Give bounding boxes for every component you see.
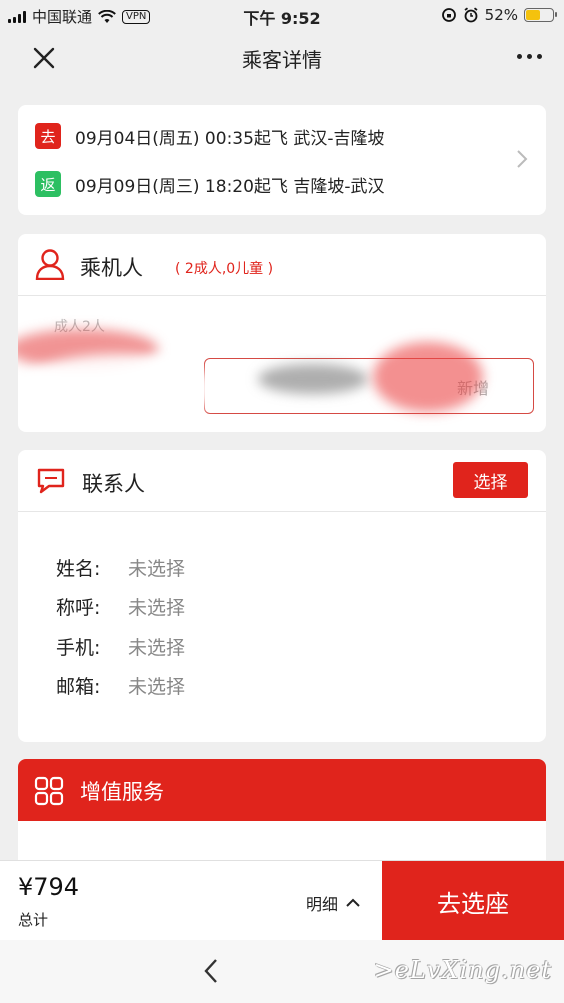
price-detail-toggle[interactable]: 明细 <box>306 891 360 915</box>
redaction-smudge <box>258 364 368 394</box>
outbound-flight-row: 去 09月04日(周五) 00:35起飞 武汉-吉隆坡 <box>35 123 384 149</box>
contact-card: 联系人 选择 姓名: 未选择 称呼: 未选择 手机: 未选择 邮箱: 未选择 <box>18 450 546 742</box>
more-icon[interactable] <box>517 54 542 59</box>
status-right: 52% <box>441 6 557 24</box>
add-passenger-button[interactable]: 新增 <box>204 358 534 414</box>
redaction-smudge <box>373 342 483 412</box>
battery-percent: 52% <box>484 6 518 24</box>
return-flight-row: 返 09月09日(周三) 18:20起飞 吉隆坡-武汉 <box>35 171 384 197</box>
grid-icon <box>34 776 64 806</box>
select-contact-button[interactable]: 选择 <box>453 462 528 498</box>
contact-header: 联系人 选择 <box>18 450 546 512</box>
flight-summary-card[interactable]: 去 09月04日(周五) 00:35起飞 武汉-吉隆坡 返 09月09日(周三)… <box>18 105 546 215</box>
select-seat-button[interactable]: 去选座 <box>382 861 564 941</box>
value-added-header: 增值服务 <box>18 759 546 821</box>
battery-icon <box>524 8 557 22</box>
alarm-icon <box>464 7 478 23</box>
contact-field-name: 姓名: 未选择 <box>56 558 186 580</box>
watermark: >eLvXing.net <box>373 956 552 984</box>
total-label: 总计 <box>18 911 49 929</box>
detail-label: 明细 <box>306 895 339 914</box>
passengers-count: ( 2成人,0儿童 ) <box>175 261 274 277</box>
outbound-tag: 去 <box>35 123 61 149</box>
passengers-title: 乘机人 <box>80 256 143 280</box>
value-added-title: 增值服务 <box>80 780 164 804</box>
page-title: 乘客详情 <box>242 48 322 72</box>
chevron-right-icon <box>517 150 528 168</box>
rotation-lock-icon <box>441 8 456 22</box>
return-tag: 返 <box>35 171 61 197</box>
redaction-smudge <box>18 354 218 424</box>
passengers-card: 乘机人 ( 2成人,0儿童 ) 成人2人 新增 <box>18 234 546 432</box>
chat-bubble-icon <box>37 468 65 494</box>
contact-field-title: 称呼: 未选择 <box>56 597 186 619</box>
back-arrow-icon[interactable] <box>202 958 220 984</box>
contact-title: 联系人 <box>82 472 145 496</box>
browser-toolbar: >eLvXing.net <box>0 940 564 1003</box>
status-bar: 中国联通 VPN 下午 9:52 52% <box>0 0 564 30</box>
return-flight-text: 09月09日(周三) 18:20起飞 吉隆坡-武汉 <box>75 176 385 197</box>
contact-field-email: 邮箱: 未选择 <box>56 676 186 698</box>
chevron-up-icon <box>346 898 360 907</box>
checkout-bar: ¥794 总计 明细 去选座 <box>0 860 564 941</box>
contact-field-phone: 手机: 未选择 <box>56 637 186 659</box>
person-icon <box>35 249 65 280</box>
nav-bar: 乘客详情 <box>0 30 564 86</box>
outbound-flight-text: 09月04日(周五) 00:35起飞 武汉-吉隆坡 <box>75 128 385 149</box>
passengers-header: 乘机人 ( 2成人,0儿童 ) <box>18 234 546 296</box>
total-price: ¥794 <box>18 873 80 901</box>
